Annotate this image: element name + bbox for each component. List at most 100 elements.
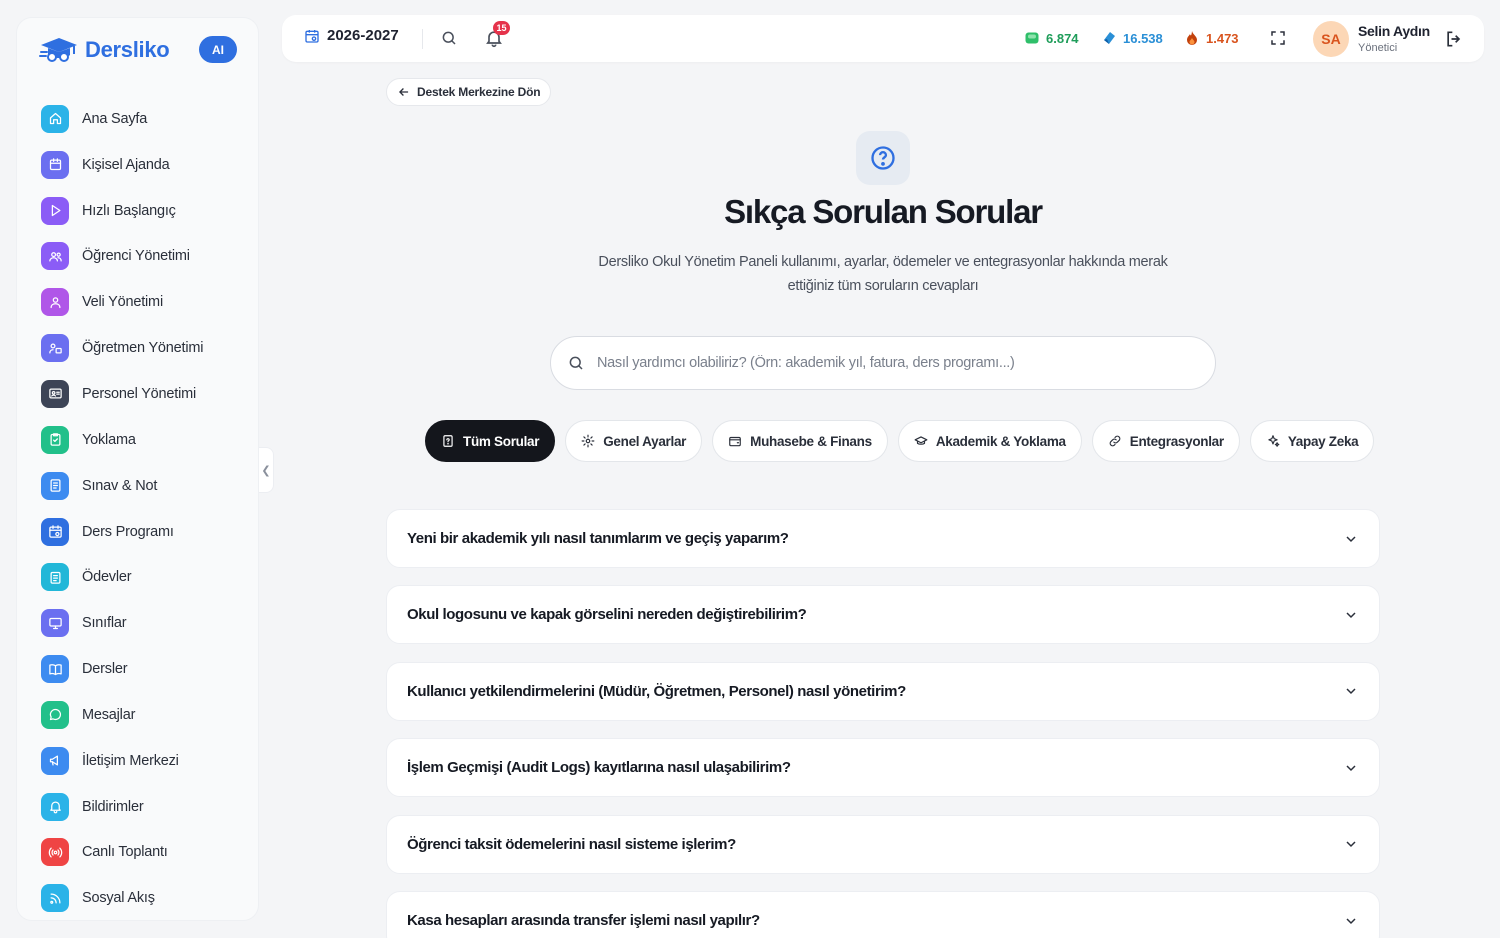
- sidebar-item-label: Mesajlar: [82, 706, 136, 723]
- stat-value: 6.874: [1046, 30, 1079, 46]
- tab-genel-ayarlar[interactable]: Genel Ayarlar: [565, 420, 703, 462]
- stat-value: 1.473: [1206, 30, 1239, 46]
- search-icon: [569, 356, 583, 370]
- sidebar-item-öğrenci-yönetimi[interactable]: Öğrenci Yönetimi: [41, 234, 251, 280]
- fullscreen-button[interactable]: [1269, 29, 1287, 52]
- book-open-icon: [41, 655, 69, 684]
- sidebar-item-label: Ders Programı: [82, 523, 174, 540]
- fullscreen-icon: [1271, 31, 1285, 45]
- file-question-icon: [443, 435, 453, 447]
- sidebar-item-mesajlar[interactable]: Mesajlar: [41, 692, 251, 738]
- sidebar-item-canlı-toplantı[interactable]: Canlı Toplantı: [41, 830, 251, 876]
- tab-muhasebe-finans[interactable]: Muhasebe & Finans: [712, 420, 888, 462]
- faq-item[interactable]: Öğrenci taksit ödemelerini nasıl sisteme…: [386, 814, 1380, 874]
- tab-label: Tüm Sorular: [463, 433, 540, 449]
- sidebar-item-sınıflar[interactable]: Sınıflar: [41, 600, 251, 646]
- stat-blue-gems[interactable]: 16.538: [1101, 30, 1163, 46]
- user-role: Yönetici: [1358, 42, 1398, 54]
- sidebar-item-öğretmen-yönetimi[interactable]: Öğretmen Yönetimi: [41, 325, 251, 371]
- sidebar-item-bildirimler[interactable]: Bildirimler: [41, 784, 251, 830]
- sidebar-item-veli-yönetimi[interactable]: Veli Yönetimi: [41, 279, 251, 325]
- stat-fire[interactable]: 1.473: [1184, 30, 1239, 46]
- avatar[interactable]: SA: [1313, 21, 1349, 57]
- sidebar-item-i-letişim-merkezi[interactable]: İletişim Merkezi: [41, 738, 251, 784]
- logout-icon: [1447, 31, 1461, 47]
- sidebar-item-label: İletişim Merkezi: [82, 752, 179, 769]
- notification-count-badge: 15: [493, 21, 510, 35]
- tab-akademik-yoklama[interactable]: Akademik & Yoklama: [897, 420, 1082, 462]
- stat-value: 16.538: [1123, 30, 1163, 46]
- sidebar-item-dersler[interactable]: Dersler: [41, 646, 251, 692]
- sidebar-item-ödevler[interactable]: Ödevler: [41, 554, 251, 600]
- chevron-down-icon: [1346, 917, 1356, 924]
- sidebar-item-label: Öğretmen Yönetimi: [82, 340, 204, 357]
- green-gem-icon: [1025, 32, 1039, 44]
- document-icon: [41, 471, 69, 500]
- tab-tüm-sorular[interactable]: Tüm Sorular: [425, 420, 556, 462]
- sidebar: Dersliko AI Ana Sayfa Kişisel Ajanda Hızlı…: [16, 17, 259, 921]
- sidebar-item-personel-yönetimi[interactable]: Personel Yönetimi: [41, 371, 251, 417]
- calendar-icon: [305, 29, 319, 43]
- gear-icon: [581, 434, 595, 448]
- page-subtitle: Dersliko Okul Yönetim Paneli kullanımı, …: [598, 254, 1168, 294]
- academic-year-selector[interactable]: 2026-2027: [304, 27, 399, 44]
- logout-button[interactable]: [1444, 29, 1464, 54]
- chevron-down-icon: [1346, 841, 1356, 848]
- calendar-clock-icon: [41, 517, 69, 546]
- fire-icon: [1187, 31, 1197, 45]
- search-button[interactable]: [440, 29, 458, 52]
- tab-label: Muhasebe & Finans: [750, 433, 872, 449]
- sidebar-item-label: Veli Yönetimi: [82, 294, 163, 311]
- faq-question: Yeni bir akademik yılı nasıl tanımlarım …: [407, 530, 789, 547]
- sidebar-item-label: Ödevler: [82, 569, 132, 586]
- brand-name: Dersliko: [85, 37, 170, 62]
- search-icon: [442, 31, 456, 45]
- tab-entegrasyonlar[interactable]: Entegrasyonlar: [1091, 420, 1240, 462]
- wallet-icon: [729, 436, 741, 447]
- back-label: Destek Merkezine Dön: [417, 85, 541, 99]
- megaphone-icon: [41, 746, 69, 775]
- home-icon: [41, 104, 69, 133]
- divider: [422, 29, 423, 49]
- brand-logo[interactable]: Dersliko: [39, 34, 170, 66]
- faq-item[interactable]: Kasa hesapları arasında transfer işlemi …: [386, 891, 1380, 938]
- stat-green-gems[interactable]: 6.874: [1024, 30, 1079, 46]
- user-name: Selin Aydın: [1358, 23, 1430, 39]
- chevron-down-icon: [1346, 612, 1356, 618]
- link-icon: [1109, 435, 1121, 447]
- blue-gem-icon: [1104, 32, 1115, 44]
- chat-icon: [41, 700, 69, 729]
- back-to-support-button[interactable]: Destek Merkezine Dön: [386, 78, 552, 106]
- faq-search[interactable]: [550, 336, 1216, 390]
- sidebar-item-ders-programı[interactable]: Ders Programı: [41, 509, 251, 555]
- faq-item[interactable]: Kullanıcı yetkilendirmelerini (Müdür, Öğ…: [386, 661, 1380, 721]
- sidebar-item-label: Canlı Toplantı: [82, 844, 168, 861]
- arrow-left-icon: [399, 88, 409, 96]
- calendar-icon: [41, 150, 69, 179]
- sidebar-item-label: Yoklama: [82, 431, 136, 448]
- faq-item[interactable]: Yeni bir akademik yılı nasıl tanımlarım …: [386, 509, 1380, 568]
- sidebar-item-sınav-not[interactable]: Sınav & Not: [41, 463, 251, 509]
- sidebar-item-kişisel-ajanda[interactable]: Kişisel Ajanda: [41, 142, 251, 188]
- faq-question: Kasa hesapları arasında transfer işlemi …: [407, 912, 760, 929]
- sidebar-item-label: Personel Yönetimi: [82, 385, 197, 402]
- sidebar-item-yoklama[interactable]: Yoklama: [41, 417, 251, 463]
- graduation-cap-icon: [914, 436, 928, 445]
- faq-item[interactable]: İşlem Geçmişi (Audit Logs) kayıtlarına n…: [386, 738, 1380, 798]
- sidebar-collapse-button[interactable]: ❮: [259, 447, 274, 493]
- tab-yapay-zeka[interactable]: Yapay Zeka: [1249, 420, 1375, 462]
- sidebar-item-ana-sayfa[interactable]: Ana Sayfa: [41, 96, 251, 142]
- sidebar-item-label: Ana Sayfa: [82, 110, 148, 127]
- faq-item[interactable]: Okul logosunu ve kapak görselini nereden…: [386, 585, 1380, 645]
- ai-button[interactable]: AI: [199, 36, 237, 63]
- users-icon: [41, 242, 69, 271]
- sidebar-item-label: Kişisel Ajanda: [82, 156, 170, 173]
- sidebar-item-label: Bildirimler: [82, 798, 144, 815]
- sidebar-item-sosyal-akış[interactable]: Sosyal Akış: [41, 875, 251, 920]
- faq-search-input[interactable]: [597, 355, 1177, 371]
- topbar: 2026-2027 15 6.874 16.538 1.473 SA Selin…: [282, 15, 1484, 62]
- monitor-icon: [41, 609, 69, 638]
- tab-label: Entegrasyonlar: [1129, 433, 1224, 449]
- graduation-cap-logo-icon: [39, 38, 77, 62]
- sidebar-item-label: Sınav & Not: [82, 477, 158, 494]
